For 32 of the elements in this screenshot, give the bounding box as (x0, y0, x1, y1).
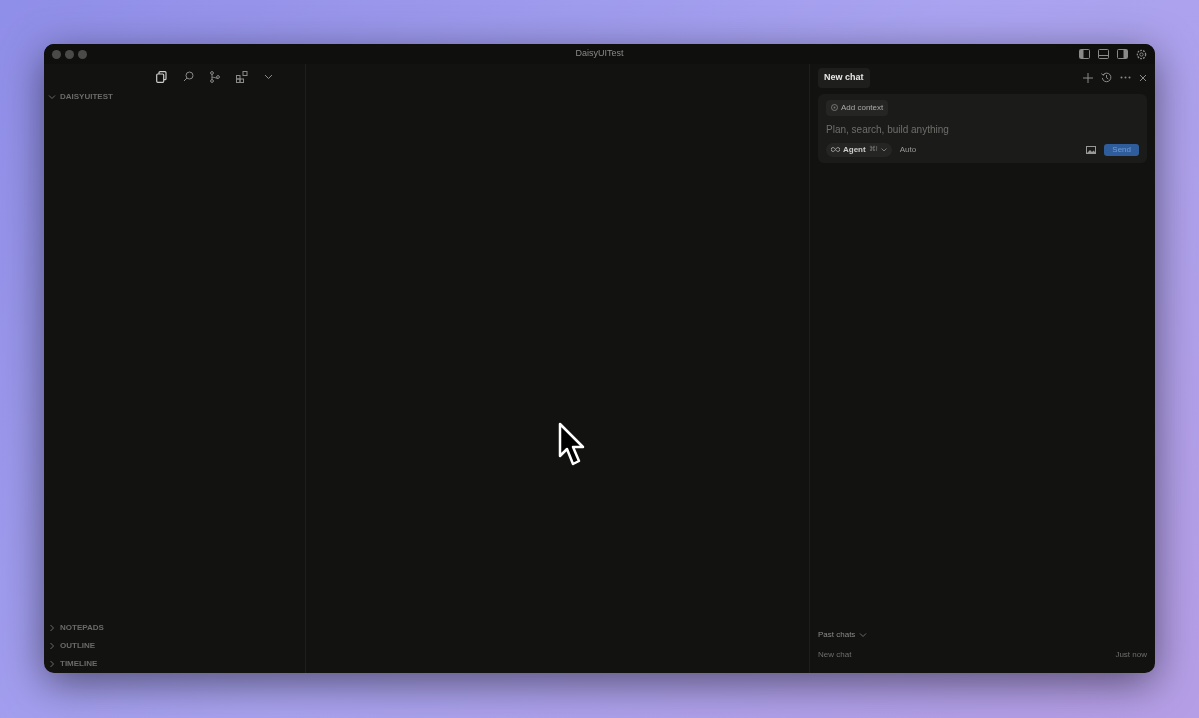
chevron-right-icon (48, 642, 56, 650)
add-context-button[interactable]: Add context (826, 99, 889, 116)
chevron-down-icon (880, 147, 887, 152)
panel-section-header[interactable]: TIMELINE (44, 655, 305, 673)
search-icon[interactable] (183, 71, 194, 82)
close-icon[interactable] (1139, 73, 1147, 82)
window-title: DaisyUITest (575, 48, 624, 59)
extensions-icon[interactable] (236, 70, 248, 83)
more-icon[interactable] (1120, 76, 1131, 80)
panel-section-header[interactable]: NOTEPADS (44, 619, 305, 637)
history-icon[interactable] (1101, 72, 1112, 84)
settings-icon[interactable] (1136, 48, 1147, 60)
files-icon[interactable] (156, 70, 167, 83)
chevron-down-icon (859, 631, 868, 639)
chevron-down-icon (48, 93, 56, 101)
infinity-icon (831, 147, 840, 152)
chat-tab[interactable]: New chat (818, 68, 870, 88)
model-selector[interactable]: Auto (899, 143, 917, 156)
chevron-right-icon (48, 624, 56, 632)
left-panel-toggle-icon[interactable] (1079, 49, 1090, 59)
explorer-root-item[interactable]: DAISYUITEST (44, 88, 305, 106)
plus-icon[interactable] (1083, 72, 1093, 83)
panel-section-header[interactable]: OUTLINE (44, 637, 305, 655)
past-chat-item[interactable]: New chat (818, 649, 852, 661)
bottom-panel-toggle-icon[interactable] (1098, 49, 1109, 59)
past-chats-toggle[interactable]: Past chats (818, 629, 1147, 641)
right-panel-toggle-icon[interactable] (1117, 49, 1128, 59)
source-control-icon[interactable] (210, 70, 220, 83)
image-icon[interactable] (1086, 145, 1097, 154)
chevron-right-icon (48, 660, 56, 668)
chevron-down-icon[interactable] (264, 73, 273, 80)
chat-timestamp: Just now (1115, 649, 1147, 661)
